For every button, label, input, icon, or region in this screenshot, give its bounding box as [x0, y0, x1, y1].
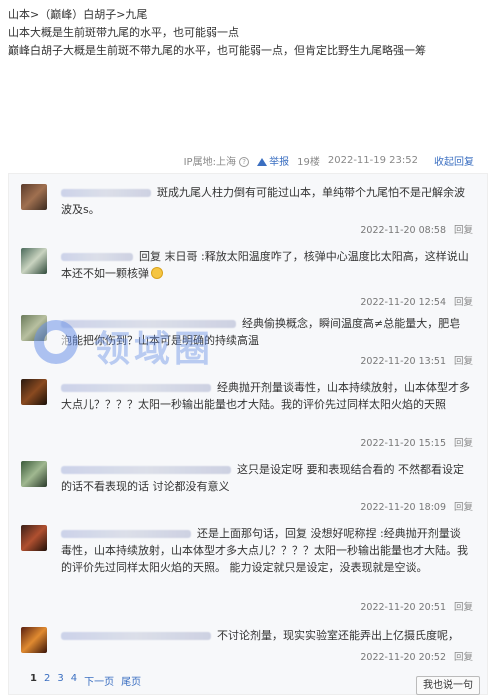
page-3[interactable]: 3 [57, 673, 63, 688]
username-blurred[interactable] [61, 320, 236, 328]
page-1[interactable]: 1 [30, 673, 37, 688]
post-meta: IP属地:上海 ? 举报 19楼 2022-11-19 23:52 收起回复 [184, 153, 474, 168]
post-line-3: 巅峰白胡子大概是生前斑不带九尾的水平，也可能弱一点，但肯定比野生九尾略强一筹 [8, 44, 426, 57]
list-item: 不讨论剂量，现实实验室还能弄出上亿摄氏度呢， 2022-11-20 20:52 回… [21, 627, 479, 663]
username-blurred[interactable] [61, 384, 211, 392]
reply-meta: 2022-11-20 20:51 回复 [360, 602, 473, 613]
warning-icon [257, 158, 268, 166]
avatar[interactable] [21, 627, 47, 653]
username-blurred[interactable] [61, 189, 151, 197]
post-line-1: 山本>（巅峰）白胡子>九尾 [8, 8, 148, 21]
avatar[interactable] [21, 461, 47, 487]
post-content: 山本>（巅峰）白胡子>九尾 山本大概是生前斑带九尾的水平，也可能弱一点 巅峰白胡… [0, 0, 500, 176]
floor-number: 19楼 [297, 157, 320, 168]
list-item: 还是上面那句话，回复 没想好呢称捏 :经典抛开剂量谈毒性，山本持续放射，山本体型… [21, 525, 479, 613]
reply-button[interactable]: 回复 [454, 502, 473, 513]
list-item: 经典偷换概念，瞬间温度高≠总能量大，肥皂泡能把你伤到？山本可是明确的持续高温 2… [21, 315, 479, 367]
report-link[interactable]: 举报 [257, 153, 289, 168]
reply-button[interactable]: 回复 [454, 225, 473, 236]
reply-button[interactable]: 回复 [454, 602, 473, 613]
last-page-link[interactable]: 尾页 [121, 673, 141, 688]
avatar[interactable] [21, 379, 47, 405]
avatar[interactable] [21, 184, 47, 210]
username-blurred[interactable] [61, 632, 211, 640]
avatar[interactable] [21, 315, 47, 341]
post-line-2: 山本大概是生前斑带九尾的水平，也可能弱一点 [8, 26, 239, 39]
fold-replies-link[interactable]: 收起回复 [434, 153, 474, 168]
next-page-link[interactable]: 下一页 [84, 673, 114, 688]
emoji-icon [151, 267, 163, 279]
avatar[interactable] [21, 525, 47, 551]
username-blurred[interactable] [61, 466, 231, 474]
reply-meta: 2022-11-20 15:15 回复 [360, 438, 473, 449]
reply-meta: 2022-11-20 18:09 回复 [360, 502, 473, 513]
reply-meta: 2022-11-20 20:52 回复 [360, 652, 473, 663]
say-something-button[interactable]: 我也说一句 [416, 676, 480, 695]
ip-location: IP属地:上海 ? [184, 153, 250, 168]
page-4[interactable]: 4 [71, 673, 77, 688]
reply-meta: 2022-11-20 12:54 回复 [360, 297, 473, 308]
reply-text: 不讨论剂量，现实实验室还能弄出上亿摄氏度呢， [217, 629, 459, 642]
list-item: 斑成九尾人柱力倒有可能过山本，单纯带个九尾怕不是卍解余波波及s。 2022-11… [21, 184, 479, 236]
post-time: 2022-11-19 23:52 [327, 155, 418, 166]
reply-prefix: 回复 末日哥 : [139, 250, 205, 263]
reply-button[interactable]: 回复 [454, 356, 473, 367]
list-item: 回复 末日哥 :释放太阳温度咋了，核弹中心温度比太阳高，这样说山本还不如一颗核弹… [21, 248, 479, 308]
reply-meta: 2022-11-20 13:51 回复 [360, 356, 473, 367]
avatar[interactable] [21, 248, 47, 274]
pagination: 1 2 3 4 下一页 尾页 [30, 673, 141, 688]
username-blurred[interactable] [61, 253, 133, 261]
page-2[interactable]: 2 [44, 673, 50, 688]
help-icon[interactable]: ? [239, 157, 250, 167]
reply-button[interactable]: 回复 [454, 438, 473, 449]
list-item: 经典抛开剂量谈毒性，山本持续放射，山本体型才多大点儿？？？？太阳一秒输出能量也才… [21, 379, 479, 449]
reply-list: 斑成九尾人柱力倒有可能过山本，单纯带个九尾怕不是卍解余波波及s。 2022-11… [8, 173, 488, 695]
username-blurred[interactable] [61, 530, 191, 538]
list-item: 这只是设定呀 要和表现结合看的 不然都看设定的话不看表现的话 讨论都没有意义 2… [21, 461, 479, 513]
reply-button[interactable]: 回复 [454, 652, 473, 663]
reply-meta: 2022-11-20 08:58 回复 [360, 225, 473, 236]
reply-button[interactable]: 回复 [454, 297, 473, 308]
